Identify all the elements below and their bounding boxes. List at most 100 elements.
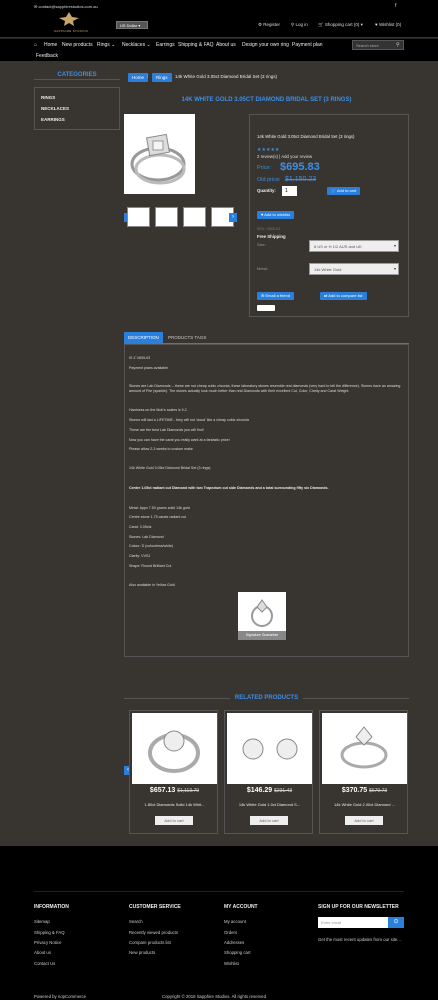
reviews-link[interactable]: 2 review(s) | Add your review (257, 154, 312, 159)
nav-home[interactable]: Home (44, 42, 57, 48)
desc-line: Hardness on the Moh's scales is 9.2 (129, 408, 187, 412)
desc-line: 14k White Gold 3.05ct Diamond Bridal Set… (129, 466, 211, 470)
footer-link[interactable]: My account (224, 919, 246, 924)
footer-link[interactable]: Orders (224, 930, 237, 935)
tab-description[interactable]: DESCRIPTION (124, 332, 163, 344)
newsletter-submit-icon[interactable]: ⊙ (388, 917, 404, 928)
related-name[interactable]: 14k White Gold 2.00ct Diamond ... (320, 802, 409, 807)
metal-label: Metal: (257, 266, 268, 271)
related-price: $657.13 $1,113.79 (149, 787, 200, 794)
footer-divider (34, 891, 404, 892)
tab-product-tags[interactable]: PRODUCTS TAGS (164, 332, 210, 344)
nav-design-ring[interactable]: Design your own ring (242, 42, 289, 48)
nav-rings[interactable]: Rings ⌄ (97, 42, 115, 48)
related-product-image[interactable] (227, 713, 312, 784)
desc-paragraph: Stones are Lab Diamonds -- these are not… (129, 384, 401, 393)
related-name[interactable]: 1.80ct Diamonds Solid 14k Whit... (130, 802, 219, 807)
wishlist-link[interactable]: ♥ Wishlist (0) (375, 22, 401, 27)
footer-link[interactable]: Sitemap (34, 919, 50, 924)
nav-about[interactable]: About us (216, 42, 236, 48)
sub-nav (0, 51, 438, 61)
thumbnail-1[interactable] (127, 207, 150, 227)
footer-link[interactable]: Wishlist (224, 961, 239, 966)
thumbnail-3[interactable] (183, 207, 206, 227)
related-add-to-cart[interactable]: Add to cart (250, 816, 288, 825)
footer-link[interactable]: New products (129, 950, 155, 955)
related-price: $370.75 $679.73 (341, 787, 388, 794)
related-product-image[interactable] (132, 713, 217, 784)
price-value: $695.83 (280, 161, 320, 173)
desc-line: Payment plans available (129, 366, 168, 370)
related-price: $146.29 $231.43 (246, 787, 293, 794)
old-price-value: $1,150.23 (285, 176, 317, 183)
size-label: Size: (257, 242, 266, 247)
footer-link[interactable]: Shipping & FAQ (34, 930, 65, 935)
currency-select[interactable]: US Dollar ▾ (116, 21, 148, 29)
copyright: Copyright © 2016 Sapphire Studios. All r… (162, 994, 268, 999)
add-to-cart-button[interactable]: 🛒 Add to cart (327, 187, 361, 195)
contact-email[interactable]: ✉ contact@sapphirestudios.com.au (34, 4, 98, 9)
footer-link[interactable]: Shopping cart (224, 950, 251, 955)
nav-payment-plan[interactable]: Payment plan (292, 42, 323, 48)
related-add-to-cart[interactable]: Add to cart (155, 816, 193, 825)
related-product-card[interactable]: $657.13 $1,113.79 1.80ct Diamonds Solid … (129, 710, 218, 834)
add-to-compare-button[interactable]: ⇄ Add to compare list (320, 292, 367, 300)
home-icon[interactable]: ⌂ (34, 42, 37, 48)
category-earrings[interactable]: EARRINGS (41, 117, 65, 122)
thumb-next-arrow[interactable]: › (229, 213, 237, 222)
footer-link[interactable]: Compare products list (129, 940, 171, 945)
breadcrumb-home[interactable]: Home (128, 73, 149, 82)
category-rings[interactable]: RINGS (41, 95, 55, 100)
product-name: 14k White Gold 3.05ct Diamond Bridal Set… (257, 134, 355, 139)
add-to-wishlist-button[interactable]: ♥ Add to wishlist (257, 211, 294, 219)
share-icon[interactable] (257, 305, 275, 311)
metal-select[interactable]: 14k White Gold (309, 263, 399, 275)
related-product-image[interactable] (322, 713, 407, 784)
free-shipping: Free Shipping (257, 234, 286, 239)
nav-feedback[interactable]: Feedback (36, 53, 58, 59)
search-icon[interactable]: ⚲ (396, 42, 400, 48)
newsletter-text: Get the most recent updates from our sit… (318, 937, 401, 942)
desc-line: IS Z V605-03 (129, 356, 151, 360)
related-name[interactable]: 14k White Gold 1.0ct Diamond S... (225, 802, 314, 807)
email-friend-button[interactable]: ✉ Email a friend (257, 292, 294, 300)
desc-line: Please allow 2-3 weeks to custom make (129, 447, 193, 451)
powered-by: Powered by nopCommerce (34, 994, 87, 999)
signature-caption: Signature Guarantee (238, 631, 286, 640)
desc-line: These are the best Lab Diamonds you will… (129, 428, 204, 432)
footer-link[interactable]: Search (129, 919, 143, 924)
thumbnail-2[interactable] (155, 207, 178, 227)
footer-link[interactable]: Addresses (224, 940, 244, 945)
footer-link[interactable]: About us (34, 950, 51, 955)
facebook-icon[interactable]: f (395, 3, 396, 9)
related-product-card[interactable]: $370.75 $679.73 14k White Gold 2.00ct Di… (319, 710, 408, 834)
categories-title: CATEGORIES (57, 72, 97, 78)
logo-icon[interactable] (58, 11, 80, 27)
desc-line: Stones will last a LIFETIME - they will … (129, 418, 249, 422)
desc-line: Stones: Lab Diamond (129, 535, 164, 539)
quantity-input[interactable]: 1 (282, 186, 297, 196)
footer-link[interactable]: Privacy Notice (34, 940, 61, 945)
category-necklaces[interactable]: NECKLACES (41, 106, 69, 111)
newsletter-title: SIGN UP FOR OUR NEWSLETTER (318, 904, 399, 910)
desc-line: Carat: 3.05cts (129, 525, 152, 529)
breadcrumb-rings[interactable]: Rings (152, 73, 172, 82)
nav-shipping[interactable]: Shipping & FAQ (178, 42, 214, 48)
related-add-to-cart[interactable]: Add to cart (345, 816, 383, 825)
nav-necklaces[interactable]: Necklaces ⌄ (122, 42, 151, 48)
desc-line: Clarity: VVS1 (129, 554, 151, 558)
register-link[interactable]: ⚙ Register (258, 22, 280, 28)
footer-link[interactable]: Recently viewed products (129, 930, 178, 935)
related-product-card[interactable]: $146.29 $231.43 14k White Gold 1.0ct Dia… (224, 710, 313, 834)
quantity-label: Quantity: (257, 188, 276, 193)
nav-earrings[interactable]: Earrings (156, 42, 175, 48)
size-select[interactable]: 6 US or H 1/2 AUS and UK (309, 240, 399, 252)
login-link[interactable]: ⚲ Log in (291, 22, 308, 28)
footer-link[interactable]: Contact Us (34, 961, 55, 966)
cart-link[interactable]: 🛒 Shopping cart (0) ▾ (318, 22, 363, 28)
newsletter-email-input[interactable]: Enter email (318, 917, 388, 928)
product-main-image[interactable] (124, 114, 195, 194)
logo-text: SAPPHIRE STUDIOS (54, 29, 89, 33)
metal-dropdown-icon: ▾ (394, 266, 397, 271)
nav-new-products[interactable]: New products (62, 42, 93, 48)
